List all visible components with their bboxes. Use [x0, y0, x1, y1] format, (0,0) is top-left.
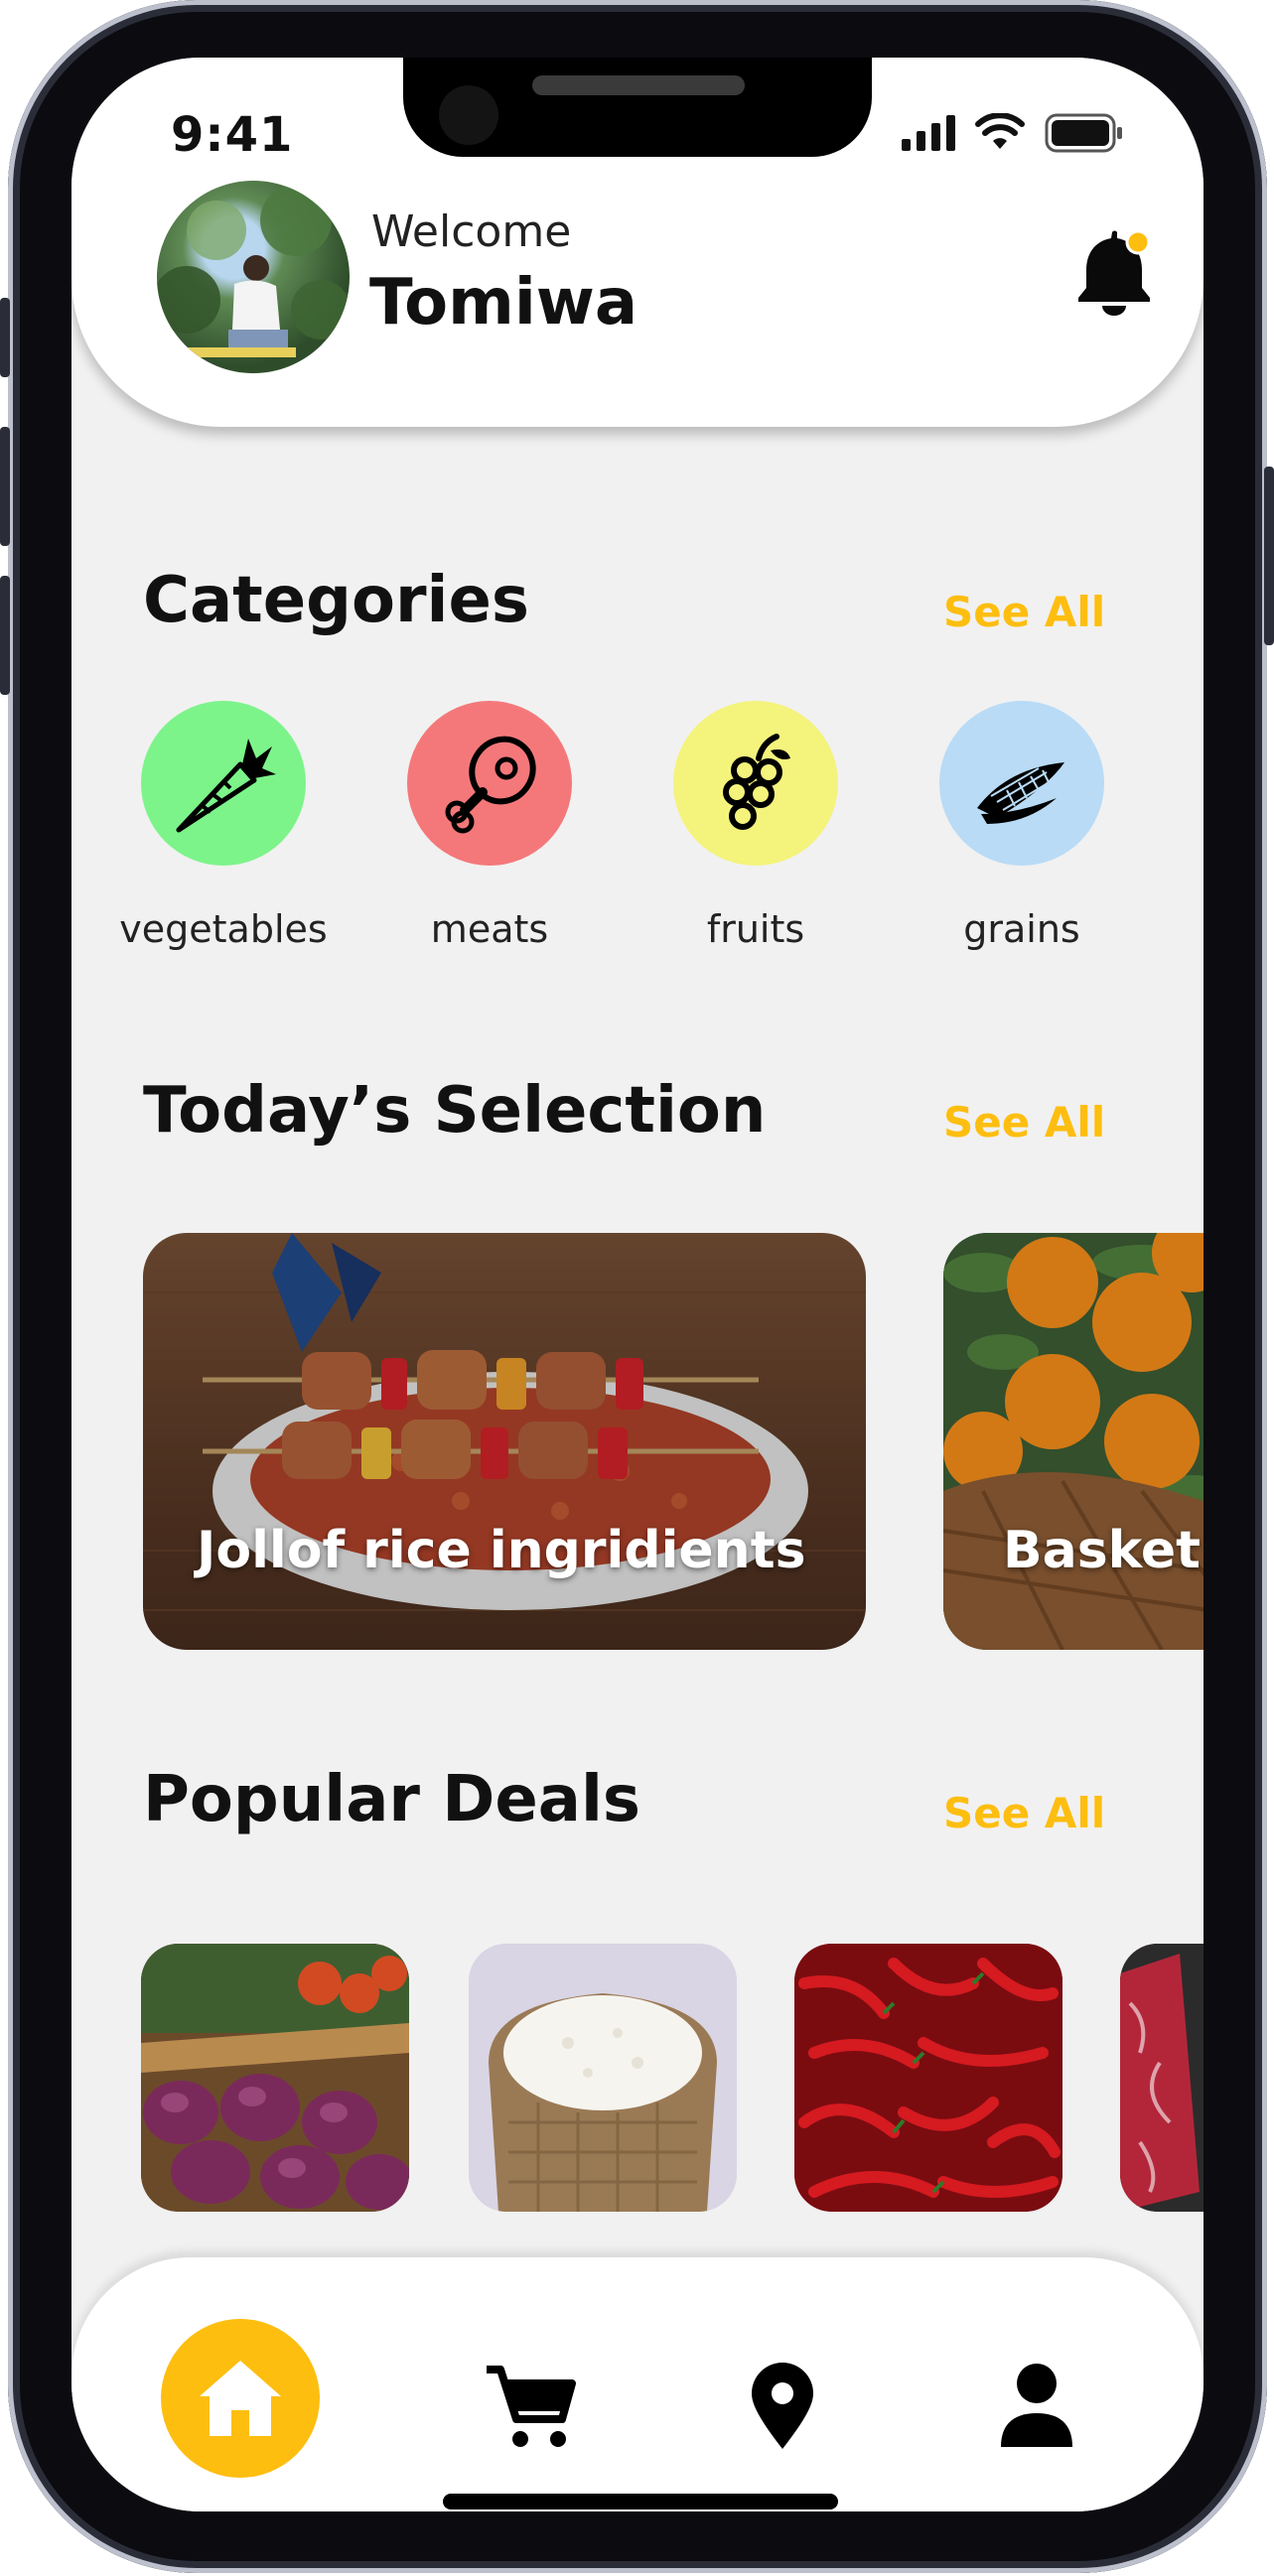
app-screen: 9:41 Welcome Tomiwa Categories See All v… [71, 58, 1203, 2511]
category-fruits[interactable] [673, 701, 838, 866]
home-icon [200, 2361, 281, 2436]
cart-icon [487, 2366, 576, 2447]
meat-leg-icon [445, 736, 536, 834]
grains-circle [939, 701, 1104, 866]
categories-title: Categories [143, 564, 529, 637]
popular-deals-see-all-button[interactable]: See All [943, 1789, 1105, 1837]
corn-icon [977, 762, 1064, 824]
meats-circle [407, 701, 572, 866]
volume-up-button [0, 427, 10, 546]
power-button [1264, 467, 1274, 645]
volume-down-button [0, 576, 10, 695]
raw-meat-image [1120, 1944, 1203, 2212]
avatar[interactable] [157, 181, 350, 373]
category-label-grains: grains [963, 907, 1080, 951]
selection-card-label: Jollof rice ingridients [197, 1521, 806, 1580]
nav-home-button[interactable] [161, 2319, 320, 2478]
categories-see-all-button[interactable]: See All [943, 588, 1105, 636]
mute-switch [0, 298, 10, 377]
deal-item-meat[interactable] [1120, 1944, 1203, 2212]
fruits-circle [673, 701, 838, 866]
welcome-text: Welcome [371, 206, 572, 257]
deal-item-rice[interactable] [469, 1944, 737, 2212]
selection-card-basket[interactable]: Basket [943, 1233, 1203, 1650]
deal-item-onions[interactable] [141, 1944, 409, 2212]
popular-deals-title: Popular Deals [143, 1763, 640, 1836]
grapes-icon [723, 734, 790, 830]
category-meats[interactable] [407, 701, 572, 866]
user-photo-icon [157, 185, 350, 357]
nav-profile-button[interactable] [987, 2357, 1086, 2456]
deal-item-peppers[interactable] [794, 1944, 1062, 2212]
category-label-vegetables: vegetables [119, 907, 328, 951]
category-grains[interactable] [939, 701, 1104, 866]
nav-location-button[interactable] [733, 2357, 832, 2456]
signal-icon [902, 115, 955, 151]
profile-icon [1001, 2364, 1072, 2447]
status-time: 9:41 [171, 107, 294, 163]
notification-badge [1125, 229, 1151, 255]
earpiece-speaker [532, 75, 745, 95]
nav-cart-button[interactable] [481, 2357, 580, 2456]
vegetables-circle [141, 701, 306, 866]
category-label-meats: meats [430, 907, 549, 951]
wifi-icon [975, 113, 1025, 149]
red-peppers-image [794, 1944, 1062, 2212]
oranges-basket-image [943, 1233, 1203, 1650]
rice-sack-image [469, 1944, 737, 2212]
category-label-fruits: fruits [706, 907, 805, 951]
front-camera [439, 85, 498, 145]
todays-selection-see-all-button[interactable]: See All [943, 1098, 1105, 1147]
location-pin-icon [752, 2363, 813, 2449]
selection-card-label: Basket [1003, 1521, 1201, 1580]
user-name: Tomiwa [369, 266, 638, 339]
jollof-rice-image [143, 1233, 866, 1650]
onions-image [141, 1944, 409, 2212]
battery-icon [1045, 113, 1122, 153]
home-indicator [443, 2494, 838, 2509]
bell-icon[interactable] [1072, 226, 1156, 316]
category-vegetables[interactable] [141, 701, 306, 866]
selection-card-jollof[interactable]: Jollof rice ingridients [143, 1233, 866, 1650]
todays-selection-title: Today’s Selection [143, 1074, 767, 1148]
carrot-icon [176, 739, 276, 833]
